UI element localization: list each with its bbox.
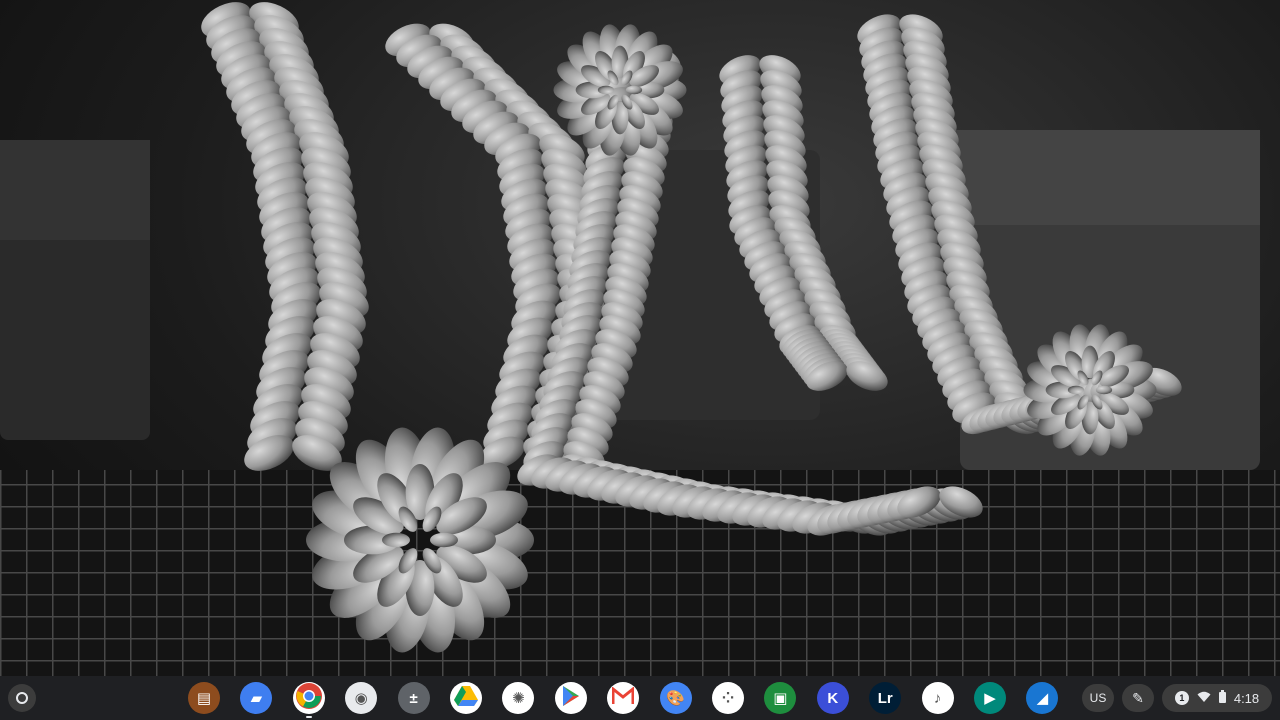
camera-icon: ◉ (354, 690, 368, 707)
pinwheel-icon: ✺ (512, 690, 525, 707)
app-kahoot[interactable]: K (816, 682, 849, 714)
app-books[interactable]: ▤ (188, 682, 220, 714)
notification-count-badge: 1 (1174, 691, 1189, 705)
app-photos[interactable]: ✺ (502, 682, 535, 714)
lr-icon: Lr (877, 689, 893, 707)
ime-label: US (1089, 691, 1107, 705)
app-canvas[interactable]: 🎨 (659, 682, 692, 714)
app-calculator[interactable]: ± (397, 682, 430, 714)
desktop-wallpaper (0, 0, 1280, 676)
pen-icon: ✎ (1132, 689, 1144, 706)
app-chrome[interactable] (292, 682, 325, 718)
send-icon: ◢ (1036, 690, 1049, 707)
classroom-icon: ▣ (773, 690, 788, 707)
shelf: ▤ ▰ ◉ ± ✺ 🎨 ⁘ ▣ K Lr ♪ ▶ ◢ US ✎ 1 4:18 (0, 676, 1280, 720)
launcher-icon (16, 692, 28, 704)
k-letter-icon: K (827, 689, 839, 707)
app-meet[interactable]: ▶ (974, 682, 1006, 714)
dots-icon: ⁘ (721, 690, 735, 707)
app-send[interactable]: ◢ (1026, 682, 1059, 714)
app-camera[interactable]: ◉ (345, 682, 378, 714)
app-dots[interactable]: ⁘ (712, 682, 744, 714)
music-icon: ♪ (933, 689, 942, 707)
app-gmail[interactable] (607, 682, 640, 714)
clock-time: 4:18 (1233, 690, 1260, 706)
stylus-tools-button[interactable]: ✎ (1122, 684, 1154, 712)
app-lightroom[interactable]: Lr (869, 682, 902, 714)
video-icon: ▶ (984, 690, 996, 707)
app-drive[interactable] (450, 682, 482, 714)
app-classroom[interactable]: ▣ (764, 682, 797, 714)
book-icon: ▤ (196, 690, 212, 707)
succulent-photo (0, 2, 1280, 676)
battery-icon (1218, 690, 1226, 706)
chrome-icon (295, 682, 323, 714)
wifi-icon (1197, 691, 1211, 706)
calculator-icon: ± (409, 689, 418, 707)
launcher-button[interactable] (8, 684, 36, 712)
play-icon (561, 685, 581, 711)
palette-icon: 🎨 (666, 690, 685, 707)
app-music[interactable]: ♪ (921, 682, 954, 714)
folder-icon: ▰ (250, 690, 263, 707)
status-area-button[interactable]: 1 4:18 (1162, 684, 1272, 712)
mail-icon (611, 685, 635, 709)
app-play-store[interactable] (554, 682, 587, 714)
app-files[interactable]: ▰ (240, 682, 273, 714)
ime-menu-button[interactable]: US (1082, 684, 1114, 712)
drive-icon (454, 685, 478, 711)
